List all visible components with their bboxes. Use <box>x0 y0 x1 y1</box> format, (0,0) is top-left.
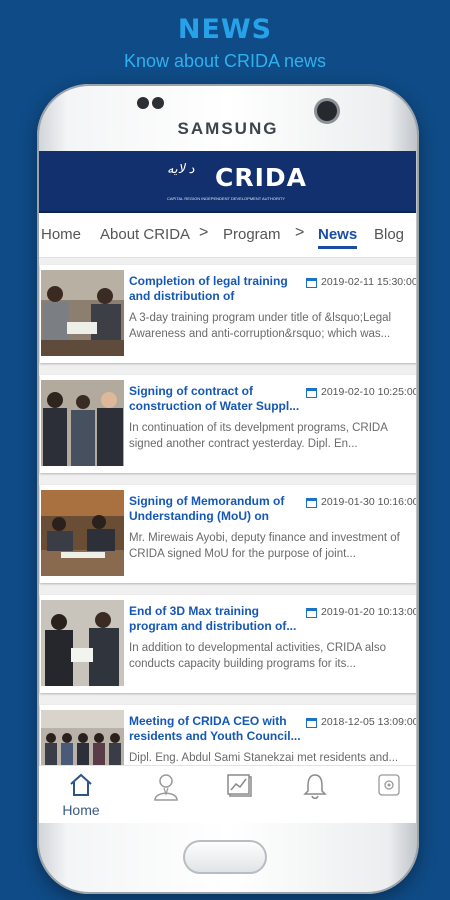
bottom-nav-settings[interactable] <box>369 772 409 818</box>
news-title: Completion of legal training and distrib… <box>129 274 288 303</box>
bottom-nav-home-label: Home <box>62 802 100 818</box>
top-navigation: Home About CRIDA > Program > News Blog <box>39 213 416 258</box>
home-icon <box>70 773 92 796</box>
news-date: 2019-02-10 10:25:00 <box>321 386 416 398</box>
news-card[interactable]: End of 3D Max training program and distr… <box>40 595 416 693</box>
news-date: 2019-01-30 10:16:00 <box>321 496 416 508</box>
promo-title: NEWS <box>177 14 273 45</box>
news-title: Meeting of CRIDA CEO with residents and … <box>129 714 301 743</box>
promo-subtitle: Know about CRIDA news <box>123 51 327 71</box>
app-screen: د لایه CRIDA CAPITAL REGION INDEPENDENT … <box>39 151 416 823</box>
nav-program[interactable]: Program <box>223 226 281 243</box>
nav-home[interactable]: Home <box>41 226 81 243</box>
news-thumbnail <box>41 600 124 686</box>
news-description: In continuation of its develpment progra… <box>129 422 388 450</box>
bottom-nav-reports[interactable] <box>221 772 261 818</box>
calendar-icon <box>306 498 317 508</box>
crida-logo: د لایه CRIDA CAPITAL REGION INDEPENDENT … <box>167 157 306 205</box>
chevron-right-icon: > <box>295 224 305 241</box>
app-header: د لایه CRIDA CAPITAL REGION INDEPENDENT … <box>39 151 416 213</box>
news-card[interactable]: Signing of Memorandum of Understanding (… <box>40 485 416 583</box>
calendar-icon <box>306 718 317 728</box>
news-description: A 3-day training program under title of … <box>129 312 392 340</box>
device-brand: SAMSUNG <box>177 119 279 138</box>
settings-icon <box>378 774 400 796</box>
news-description: In addition to developmental activities,… <box>129 642 386 670</box>
nav-news[interactable]: News <box>318 226 358 249</box>
logo-arabic: د لایه <box>167 161 195 176</box>
news-card[interactable]: Completion of legal training and distrib… <box>40 265 416 363</box>
logo-subtitle: CAPITAL REGION INDEPENDENT DEVELOPMENT A… <box>167 196 286 201</box>
user-icon <box>154 774 178 801</box>
news-date: 2018-12-05 13:09:00 <box>321 716 416 728</box>
chart-icon <box>227 774 252 797</box>
news-date: 2019-02-11 15:30:00 <box>321 276 416 288</box>
nav-about-crida[interactable]: About CRIDA <box>100 226 190 243</box>
news-thumbnail <box>41 380 124 466</box>
calendar-icon <box>306 388 317 398</box>
device-home-button[interactable] <box>183 840 267 874</box>
news-date: 2019-01-20 10:13:00 <box>321 606 416 618</box>
calendar-icon <box>306 608 317 618</box>
news-title: End of 3D Max training program and distr… <box>129 604 297 633</box>
news-thumbnail <box>41 270 124 356</box>
calendar-icon <box>306 278 317 288</box>
chevron-right-icon: > <box>199 224 209 241</box>
bottom-nav-notifications[interactable] <box>295 772 335 818</box>
bottom-navigation: Home <box>39 765 416 823</box>
news-thumbnail <box>41 490 124 576</box>
sensor-dots <box>137 96 167 114</box>
bottom-nav-profile[interactable] <box>146 772 186 818</box>
bell-icon <box>303 774 327 799</box>
nav-blog[interactable]: Blog <box>374 226 404 243</box>
news-title: Signing of contract of construction of W… <box>129 384 300 413</box>
logo-text: CRIDA <box>215 163 307 192</box>
news-card[interactable]: Signing of contract of construction of W… <box>40 375 416 473</box>
front-camera <box>317 101 337 121</box>
bottom-nav-home[interactable]: Home <box>61 772 101 818</box>
news-title: Signing of Memorandum of Understanding (… <box>129 494 285 523</box>
news-description: Mr. Mirewais Ayobi, deputy finance and i… <box>129 532 400 560</box>
